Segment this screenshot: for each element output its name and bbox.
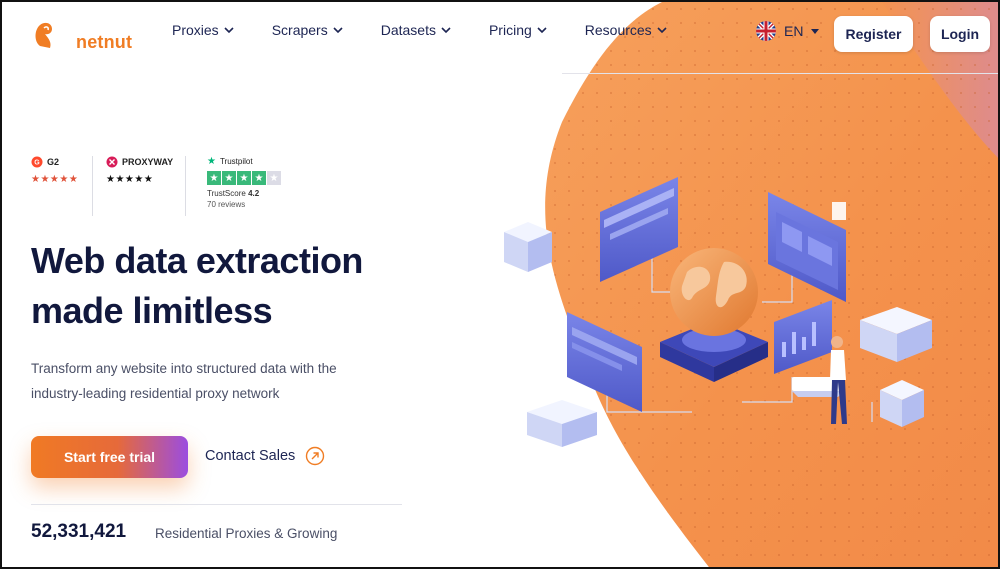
trustpilot-brand: ★ Trustpilot: [207, 156, 281, 167]
trustpilot-name: Trustpilot: [219, 157, 253, 166]
hero-headline: Web data extraction made limitless: [31, 236, 363, 336]
divider: [92, 156, 93, 216]
login-button[interactable]: Login: [930, 16, 990, 52]
start-free-trial-button[interactable]: Start free trial: [31, 436, 188, 478]
chevron-down-icon: [537, 26, 547, 33]
squirrel-logo-icon: [35, 22, 52, 48]
g2-stars: ★★★★★: [31, 174, 79, 185]
subtext-line-2: industry-leading residential proxy netwo…: [31, 386, 280, 401]
nav-item-label: Pricing: [488, 22, 532, 38]
proxyway-brand: PROXYWAY: [106, 156, 173, 168]
g2-brand: G G2: [31, 156, 78, 168]
hero-illustration: [504, 177, 932, 447]
divider: [31, 504, 402, 505]
nav-item-proxies[interactable]: Proxies: [172, 22, 234, 38]
contact-sales-label: Contact Sales: [205, 448, 296, 464]
caret-down-icon: [811, 28, 820, 34]
register-button[interactable]: Register: [834, 16, 913, 52]
cube-left: [504, 222, 552, 272]
chevron-down-icon: [657, 26, 667, 33]
cube-bottom-left: [527, 400, 597, 447]
hero-subtext: Transform any website into structured da…: [31, 356, 391, 406]
cube-right: [860, 307, 932, 362]
globe-icon: [670, 248, 758, 336]
g2-logo-icon: G: [31, 156, 43, 168]
trustpilot-score-label: TrustScore: [207, 189, 246, 198]
svg-text:G: G: [34, 160, 40, 167]
uk-flag-icon: [756, 21, 776, 41]
nav-item-label: Scrapers: [271, 22, 328, 38]
divider: [185, 156, 186, 216]
trustpilot-star-icon: ★: [207, 156, 216, 167]
trustpilot-score-value: 4.2: [248, 189, 260, 198]
star-icon: ★: [267, 171, 281, 185]
chart-panel-right: [774, 300, 832, 374]
star-icon: ★: [237, 171, 251, 185]
proxyway-stars: ★★★★★: [106, 174, 154, 185]
star-icon: ★: [222, 171, 236, 185]
nav-item-scrapers[interactable]: Scrapers: [272, 22, 343, 38]
language-selector[interactable]: EN: [756, 21, 820, 41]
chevron-down-icon: [224, 26, 234, 33]
nav-item-pricing[interactable]: Pricing: [489, 22, 547, 38]
dashboard-panel-top-right: [768, 192, 846, 302]
proxyway-name: PROXYWAY: [122, 157, 174, 167]
g2-rating[interactable]: G G2 ★★★★★: [31, 156, 78, 185]
cube-small-right: [880, 380, 924, 427]
headline-line-1: Web data extraction: [31, 240, 363, 281]
star-icon: ★: [207, 171, 221, 185]
top-navigation-bar: netnut Proxies Scrapers Datasets Pricing…: [2, 2, 998, 74]
star-icon: ★: [252, 171, 266, 185]
trustpilot-rating[interactable]: ★ Trustpilot ★ ★ ★ ★ ★ TrustScore 4.2 70…: [207, 156, 281, 209]
nav-item-datasets[interactable]: Datasets: [381, 22, 451, 38]
code-panel-left: [567, 312, 642, 412]
chevron-down-icon: [333, 26, 343, 33]
proxyway-logo-icon: [106, 156, 118, 168]
subtext-line-1: Transform any website into structured da…: [31, 361, 337, 376]
headline-line-2: made limitless: [31, 290, 273, 331]
trustpilot-stars: ★ ★ ★ ★ ★: [207, 171, 281, 185]
nav-item-label: Proxies: [172, 22, 219, 38]
proxyway-rating[interactable]: PROXYWAY ★★★★★: [106, 156, 173, 185]
contact-sales-link[interactable]: Contact Sales: [205, 446, 325, 466]
netnut-logo[interactable]: netnut: [30, 16, 132, 56]
nav-item-resources[interactable]: Resources: [585, 22, 667, 38]
trustpilot-score: TrustScore 4.2: [207, 189, 281, 198]
g2-name: G2: [47, 157, 60, 167]
nav-item-label: Resources: [584, 22, 652, 38]
language-label: EN: [784, 23, 804, 39]
browser-panel-top-left: [600, 177, 678, 282]
arrow-up-right-circle-icon: [306, 446, 325, 466]
proxy-count: 52,331,421: [31, 521, 127, 542]
logo-wordmark: netnut: [76, 32, 133, 52]
page-frame: netnut Proxies Scrapers Datasets Pricing…: [0, 0, 1000, 569]
nav-item-label: Datasets: [380, 22, 436, 38]
trustpilot-reviews: 70 reviews: [207, 200, 246, 209]
main-nav: Proxies Scrapers Datasets Pricing Resour…: [172, 22, 705, 38]
proxy-count-label: Residential Proxies & Growing: [155, 526, 338, 541]
chevron-down-icon: [441, 26, 451, 33]
